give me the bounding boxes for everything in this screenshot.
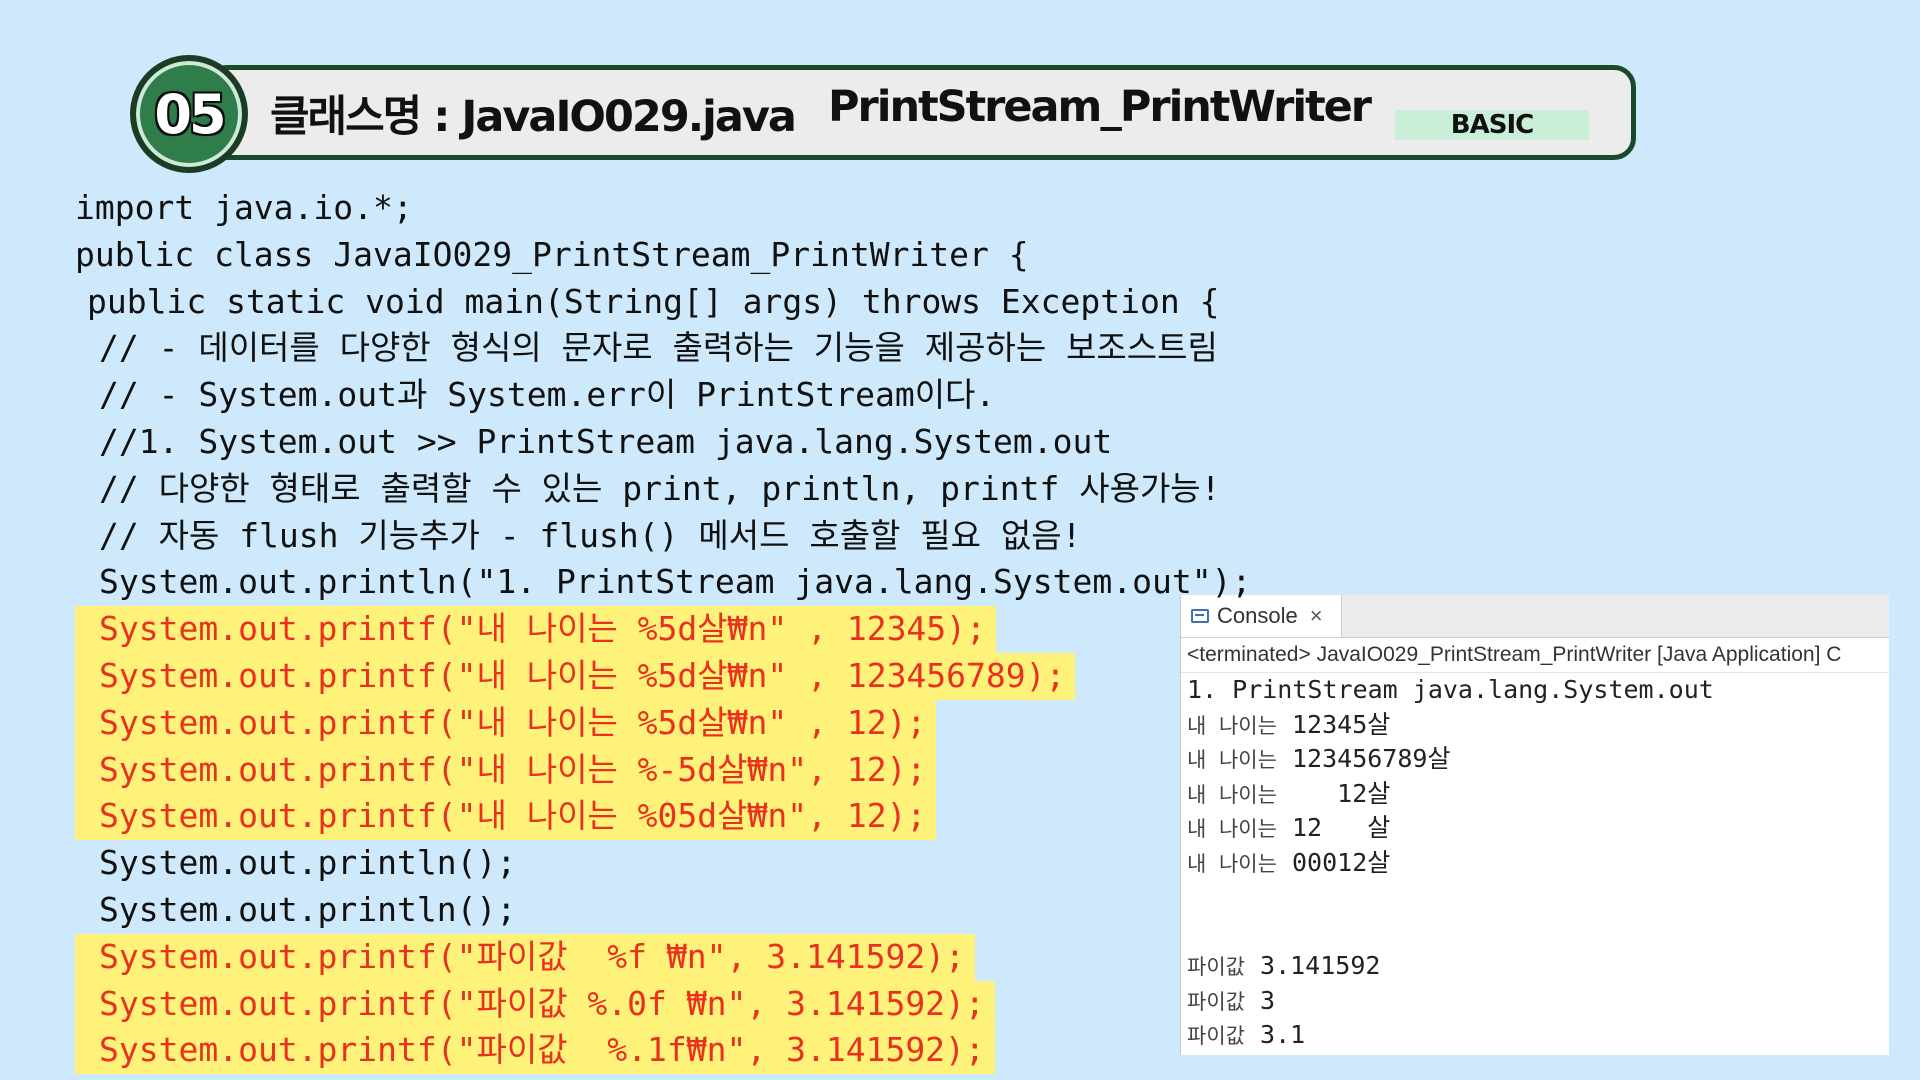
highlighted-code-text: System.out.printf("내 나이는 %5d살₩n" , 12345…: [75, 652, 1076, 700]
highlighted-code-text: System.out.printf("내 나이는 %05d살₩n", 12);: [75, 793, 937, 841]
code-text: System.out.println("1. PrintStream java.…: [99, 562, 1252, 602]
code-text: // - System.out과 System.err이 PrintStream…: [99, 375, 996, 415]
code-text: // 자동 flush 기능추가 - flush() 메서드 호출할 필요 없음…: [99, 515, 1082, 555]
code-line: System.out.printf("내 나이는 %05d살₩n", 12);: [75, 793, 1255, 841]
console-line-value: 12살: [1276, 778, 1391, 808]
highlighted-code-text: System.out.printf("내 나이는 %5d살₩n" , 12);: [75, 699, 937, 747]
console-line-value: 00012살: [1276, 847, 1391, 877]
console-line: 파이값 3: [1187, 984, 1889, 1019]
tab-console-label: Console: [1217, 603, 1298, 628]
highlighted-code-text: System.out.printf("파이값 %.1f₩n", 3.141592…: [75, 1027, 995, 1075]
console-line-label: 파이값: [1187, 955, 1245, 979]
console-line-value: 3.141592: [1244, 951, 1381, 980]
code-line: System.out.println("1. PrintStream java.…: [75, 559, 1255, 606]
console-line-value: 12345살: [1276, 709, 1391, 739]
console-line-label: 내 나이는: [1187, 782, 1277, 807]
code-line: System.out.println();: [75, 840, 1255, 887]
code-line: public class JavaIO029_PrintStream_Print…: [75, 232, 1255, 279]
highlighted-code-text: System.out.printf("파이값 %f ₩n", 3.141592)…: [75, 933, 975, 981]
console-line: 파이값 3.1: [1187, 1018, 1889, 1053]
close-icon[interactable]: ×: [1310, 603, 1323, 629]
console-output: 1. PrintStream java.lang.System.out 내 나이는…: [1181, 673, 1889, 1053]
code-line: // 자동 flush 기능추가 - flush() 메서드 호출할 필요 없음…: [75, 513, 1255, 560]
class-name-label: 클래스명 : JavaIO029.java: [270, 92, 797, 142]
console-line: 파이값 3.141592: [1187, 949, 1889, 984]
console-line: 1. PrintStream java.lang.System.out: [1187, 673, 1889, 708]
code-text: System.out.println();: [99, 889, 517, 929]
code-text: // 다양한 형태로 출력할 수 있는 print, println, prin…: [99, 468, 1221, 508]
console-line: 내 나이는 12345살: [1187, 708, 1889, 743]
console-line: 내 나이는 123456789살: [1187, 742, 1889, 777]
code-line: System.out.printf("내 나이는 %5d살₩n" , 12345…: [75, 606, 1255, 653]
console-line-value: 123456789살: [1276, 744, 1451, 773]
console-line-value: 3.1: [1244, 1020, 1306, 1049]
highlighted-code-text: System.out.printf("파이값 %.0f ₩n", 3.14159…: [75, 980, 995, 1028]
code-text: public static void main(String[] args) t…: [87, 281, 1220, 321]
code-line: System.out.printf("내 나이는 %-5d살₩n", 12);: [75, 746, 1255, 794]
code-line: // - System.out과 System.err이 PrintStream…: [75, 372, 1255, 419]
code-line: System.out.println();: [75, 887, 1255, 934]
code-line: System.out.printf("파이값 %.0f ₩n", 3.14159…: [75, 980, 1255, 1028]
code-text: // - 데이터를 다양한 형식의 문자로 출력하는 기능을 제공하는 보조스트…: [99, 328, 1218, 368]
level-tag: BASIC: [1395, 110, 1589, 140]
console-line-value: 1. PrintStream java.lang.System.out: [1187, 675, 1714, 704]
console-line: 내 나이는 12살: [1187, 777, 1889, 812]
code-line: // - 데이터를 다양한 형식의 문자로 출력하는 기능을 제공하는 보조스트…: [75, 325, 1255, 372]
console-icon: [1191, 609, 1209, 623]
code-text: System.out.println();: [99, 843, 517, 883]
console-line-label: 내 나이는: [1187, 817, 1277, 841]
console-line-label: 파이값: [1187, 1024, 1245, 1048]
console-line-label: 내 나이는: [1187, 748, 1277, 772]
console-status: <terminated> JavaIO029_PrintStream_Print…: [1181, 638, 1889, 673]
console-line-value: 12 살: [1276, 813, 1391, 842]
console-line-label: 파이값: [1187, 989, 1245, 1014]
code-line: // 다양한 형태로 출력할 수 있는 print, println, prin…: [75, 466, 1255, 513]
code-text: import java.io.*;: [75, 188, 413, 227]
console-tab-bar: Console ×: [1181, 595, 1889, 638]
code-text: public class JavaIO029_PrintStream_Print…: [75, 234, 1029, 274]
highlighted-code-text: System.out.printf("내 나이는 %5d살₩n" , 12345…: [75, 606, 996, 653]
code-listing: import java.io.*; public class JavaIO029_…: [75, 185, 1255, 1075]
console-line-label: 내 나이는: [1187, 713, 1277, 738]
console-line: 내 나이는 00012살: [1187, 846, 1889, 881]
highlighted-code-text: System.out.printf("내 나이는 %-5d살₩n", 12);: [75, 746, 937, 794]
tab-console[interactable]: Console ×: [1181, 595, 1342, 637]
code-line: System.out.printf("파이값 %.1f₩n", 3.141592…: [75, 1027, 1255, 1075]
code-line: import java.io.*;: [75, 185, 1255, 232]
console-line-value: 3: [1244, 985, 1276, 1015]
console-line: 내 나이는 12 살: [1187, 811, 1889, 846]
code-line: System.out.printf("파이값 %f ₩n", 3.141592)…: [75, 933, 1255, 981]
console-line-label: 내 나이는: [1187, 851, 1277, 876]
code-line: public static void main(String[] args) t…: [75, 279, 1255, 326]
lesson-number-badge: 05: [130, 55, 248, 173]
code-text: //1. System.out >> PrintStream java.lang…: [99, 421, 1113, 461]
code-line: System.out.printf("내 나이는 %5d살₩n" , 12);: [75, 699, 1255, 747]
lesson-number: 05: [154, 82, 226, 146]
topic-title: PrintStream_PrintWriter: [828, 82, 1372, 132]
code-line: System.out.printf("내 나이는 %5d살₩n" , 12345…: [75, 652, 1255, 700]
console-panel: Console × <terminated> JavaIO029_PrintSt…: [1180, 595, 1889, 1055]
code-line: //1. System.out >> PrintStream java.lang…: [75, 419, 1255, 466]
